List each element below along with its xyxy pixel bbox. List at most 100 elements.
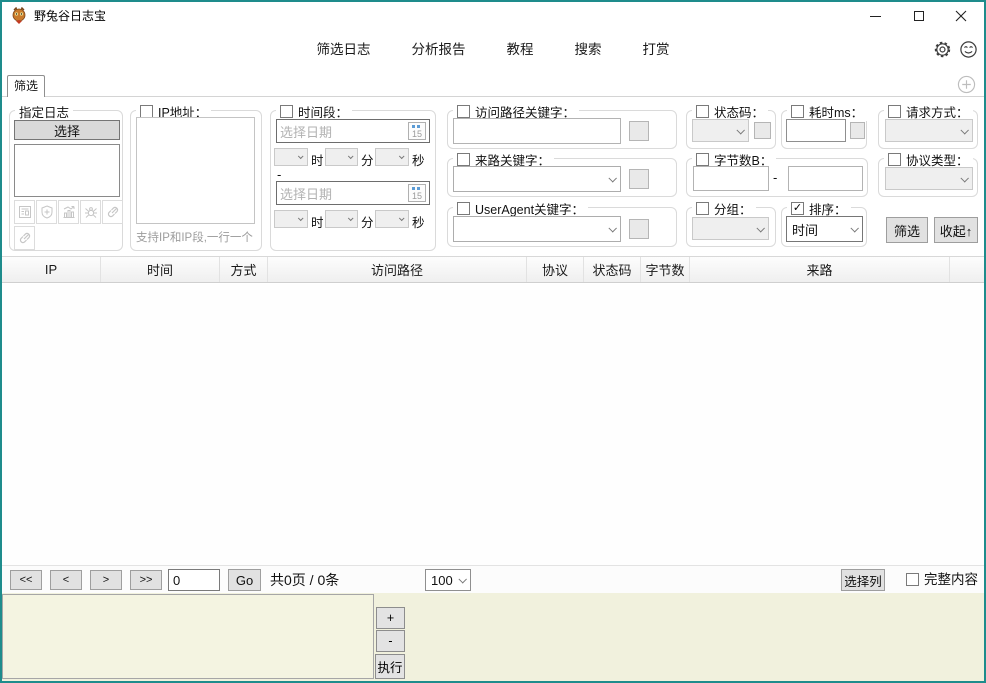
path-keyword-group: 访问路径关键字： [447,110,677,149]
go-button[interactable]: Go [228,569,261,591]
chevron-down-icon [850,224,858,232]
script-panel[interactable] [2,594,374,679]
start-second-select[interactable] [375,148,409,166]
window-title: 野兔谷日志宝 [34,2,106,30]
calendar-icon[interactable]: 15 [408,122,426,140]
bytes-min-input[interactable] [693,166,769,191]
add-row-button[interactable]: + [376,607,405,629]
nav-tab-filter-logs[interactable]: 筛选日志 [309,32,379,64]
elapsed-checkbox[interactable] [791,105,804,118]
sort-value: 时间 [792,220,818,239]
prev-page-button[interactable]: < [50,570,82,590]
end-second-select[interactable] [375,210,409,228]
spider-icon[interactable] [80,200,101,224]
chevron-down-icon [399,153,405,159]
minimize-button[interactable] [858,4,892,28]
sort-checkbox[interactable] [791,202,804,215]
log-file-icon[interactable] [14,200,35,224]
smiley-face-icon[interactable] [959,40,978,59]
elapsed-ms-group: 耗时ms： [781,110,867,149]
time-range-group: 时间段： 选择日期 15 时 分 秒 - 选择日期 15 时 分 秒 [270,110,436,251]
page-size-select[interactable]: 100 [425,569,471,591]
hour-label: 时 [311,212,324,231]
chevron-down-icon [960,126,968,134]
select-columns-button[interactable]: 选择列 [841,569,885,591]
useragent-checkbox[interactable] [457,202,470,215]
path-checkbox[interactable] [457,105,470,118]
column-header-time[interactable]: 时间 [101,257,220,282]
useragent-option-box[interactable] [629,219,649,239]
link2-icon[interactable] [14,226,35,250]
elapsed-option-box[interactable] [850,122,865,139]
close-button[interactable] [944,4,978,28]
protocol-type-combo[interactable] [885,167,973,190]
settings-gear-icon[interactable] [933,40,952,59]
status-checkbox[interactable] [696,105,709,118]
log-group-title: 指定日志 [19,102,69,121]
column-header-ip[interactable]: IP [2,257,101,282]
chevron-down-icon [608,224,616,232]
useragent-keyword-combo[interactable] [453,216,621,242]
next-page-button[interactable]: > [90,570,122,590]
referer-keyword-combo[interactable] [453,166,621,192]
calendar-icon[interactable]: 15 [408,184,426,202]
column-header-path[interactable]: 访问路径 [268,257,527,282]
app-logo-icon [10,7,28,25]
first-page-button[interactable]: << [10,570,42,590]
log-list-box[interactable] [14,144,120,197]
column-header-protocol[interactable]: 协议 [527,257,584,282]
execute-button[interactable]: 执行 [375,654,405,679]
apply-filter-button[interactable]: 筛选 [886,217,928,243]
ip-textarea[interactable] [136,117,255,224]
remove-row-button[interactable]: - [376,630,405,652]
status-option-box[interactable] [754,122,771,139]
path-keyword-input[interactable] [453,118,621,144]
full-content-checkbox[interactable] [906,573,919,586]
link-icon[interactable] [102,200,123,224]
start-minute-select[interactable] [325,148,358,166]
bytes-max-input[interactable] [788,166,863,191]
referer-checkbox[interactable] [457,153,470,166]
grouping-label: 分组： [714,199,752,218]
last-page-button[interactable]: >> [130,570,162,590]
maximize-button[interactable] [902,4,936,28]
select-log-button[interactable]: 选择 [14,120,120,140]
grouping-checkbox[interactable] [696,202,709,215]
date-start-input[interactable]: 选择日期 15 [276,119,430,143]
chart-icon[interactable] [58,200,79,224]
status-code-group: 状态码： [686,110,776,149]
nav-tab-tutorial[interactable]: 教程 [499,32,542,64]
grouping-combo[interactable] [692,217,769,240]
chevron-down-icon [736,126,744,134]
elapsed-ms-input[interactable] [786,119,846,142]
time-checkbox[interactable] [280,105,293,118]
date-start-placeholder: 选择日期 [280,122,408,141]
page-number-input[interactable] [168,569,220,591]
date-end-input[interactable]: 选择日期 15 [276,181,430,205]
column-header-method[interactable]: 方式 [220,257,268,282]
add-tab-icon[interactable] [957,75,976,94]
method-checkbox[interactable] [888,105,901,118]
page-size-value: 100 [431,573,453,588]
start-hour-select[interactable] [274,148,308,166]
table-body[interactable] [2,284,984,565]
sort-combo[interactable]: 时间 [786,216,863,242]
filter-tab[interactable]: 筛选 [7,75,45,98]
referer-option-box[interactable] [629,169,649,189]
column-header-bytes[interactable]: 字节数 [641,257,690,282]
collapse-button[interactable]: 收起↑ [934,217,978,243]
request-method-combo[interactable] [885,119,973,142]
column-header-referer[interactable]: 来路 [690,257,950,282]
status-code-combo[interactable] [692,119,749,142]
path-option-box[interactable] [629,121,649,141]
nav-tab-search[interactable]: 搜索 [567,32,610,64]
column-header-status[interactable]: 状态码 [584,257,641,282]
chevron-down-icon [458,575,466,583]
bytes-checkbox[interactable] [696,153,709,166]
protocol-checkbox[interactable] [888,153,901,166]
end-hour-select[interactable] [274,210,308,228]
shield-plus-icon[interactable] [36,200,57,224]
nav-tab-donate[interactable]: 打赏 [635,32,678,64]
nav-tab-analysis-report[interactable]: 分析报告 [404,32,474,64]
end-minute-select[interactable] [325,210,358,228]
